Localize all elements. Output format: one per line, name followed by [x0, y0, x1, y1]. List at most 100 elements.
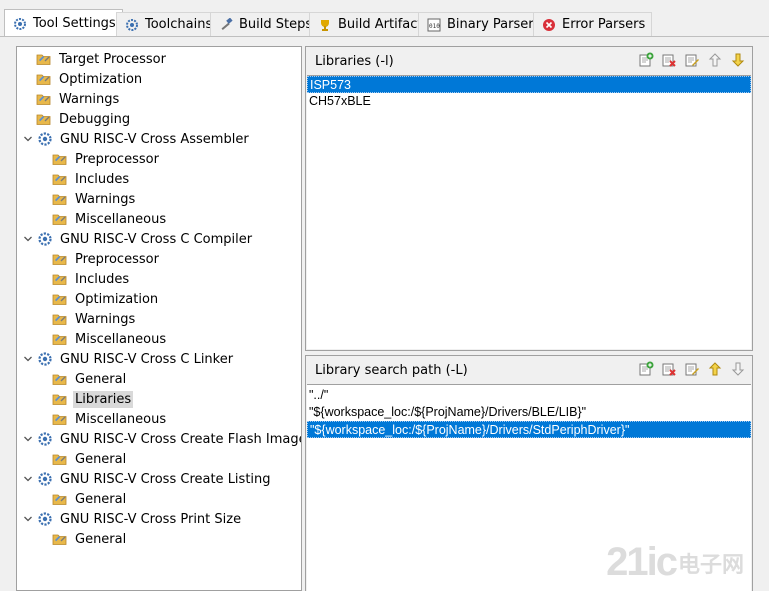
chevron-down-icon[interactable] — [21, 232, 35, 246]
tree-node-option[interactable]: Warnings — [52, 309, 137, 329]
search-path-toolbar — [638, 361, 746, 377]
list-item[interactable]: "${workspace_loc:/${ProjName}/Drivers/BL… — [307, 404, 751, 421]
tree-node-option[interactable]: Debugging — [36, 109, 132, 129]
tab-label: Tool Settings — [33, 16, 116, 31]
error-icon — [542, 18, 556, 32]
folder-icon — [52, 391, 68, 407]
list-item[interactable]: "${workspace_loc:/${ProjName}/Drivers/St… — [307, 421, 751, 438]
tree-node-label: Miscellaneous — [75, 331, 167, 347]
chevron-down-icon[interactable] — [21, 512, 35, 526]
gear-icon — [125, 18, 139, 32]
folder-icon — [52, 491, 68, 507]
tree-node-label: Preprocessor — [75, 151, 159, 167]
tree-node-tool[interactable]: GNU RISC-V Cross C Linker — [21, 349, 235, 369]
tree-node-label: GNU RISC-V Cross Assembler — [60, 131, 249, 147]
tree-node-option[interactable]: Miscellaneous — [52, 409, 168, 429]
tree-node-label: Optimization — [59, 71, 143, 87]
tab-tool-settings[interactable]: Tool Settings — [4, 9, 123, 37]
tree-node-option[interactable]: Optimization — [52, 289, 160, 309]
chevron-down-icon[interactable] — [21, 472, 35, 486]
tab-label: Binary Parsers — [447, 17, 541, 32]
tree-node-label: Includes — [75, 171, 130, 187]
move-up-icon[interactable] — [707, 361, 723, 377]
chevron-down-icon[interactable] — [21, 132, 35, 146]
folder-icon — [52, 271, 68, 287]
tree-node-tool[interactable]: GNU RISC-V Cross Print Size — [21, 509, 243, 529]
tree-node-option[interactable]: Miscellaneous — [52, 329, 168, 349]
tree-node-tool[interactable]: GNU RISC-V Cross C Compiler — [21, 229, 254, 249]
move-down-icon[interactable] — [730, 361, 746, 377]
delete-icon[interactable] — [661, 361, 677, 377]
libraries-list[interactable]: ISP573 CH57xBLE — [307, 75, 751, 349]
tree-node-label: Target Processor — [59, 51, 166, 67]
settings-tree[interactable]: Target Processor Optimization Warnings Debu… — [16, 46, 302, 591]
tab-build-steps[interactable]: Build Steps — [210, 12, 320, 36]
folder-icon — [52, 411, 68, 427]
tree-node-label: General — [75, 531, 127, 547]
folder-icon — [52, 211, 68, 227]
folder-icon — [52, 451, 68, 467]
tree-node-option[interactable]: Preprocessor — [52, 249, 161, 269]
move-up-icon[interactable] — [707, 52, 723, 68]
tree-node-label: Miscellaneous — [75, 411, 167, 427]
watermark-logo: 21ic 电子网 — [606, 540, 744, 585]
add-icon[interactable] — [638, 52, 654, 68]
tab-build-artifact[interactable]: Build Artifact — [309, 12, 430, 36]
tree-node-option[interactable]: Warnings — [36, 89, 121, 109]
tree-node-option[interactable]: Libraries — [52, 389, 134, 409]
binary-icon: 010 — [427, 18, 441, 32]
tree-node-label: Miscellaneous — [75, 211, 167, 227]
tree-node-option[interactable]: Includes — [52, 169, 131, 189]
gear-icon — [37, 231, 53, 247]
libraries-title: Libraries (-l) — [315, 53, 394, 69]
tree-node-option[interactable]: General — [52, 449, 128, 469]
tree-node-label: General — [75, 491, 127, 507]
tree-node-label: General — [75, 451, 127, 467]
tab-error-parsers[interactable]: Error Parsers — [533, 12, 653, 36]
tab-bar: Tool Settings Toolchains Build Steps Bui… — [0, 0, 769, 37]
tree-node-label: Warnings — [59, 91, 120, 107]
gear-icon — [37, 431, 53, 447]
delete-icon[interactable] — [661, 52, 677, 68]
folder-icon — [36, 71, 52, 87]
edit-icon[interactable] — [684, 52, 700, 68]
svg-text:010: 010 — [429, 23, 440, 30]
tree-node-label: GNU RISC-V Cross Print Size — [60, 511, 242, 527]
add-icon[interactable] — [638, 361, 654, 377]
tree-node-tool[interactable]: GNU RISC-V Cross Create Flash Image — [21, 429, 301, 449]
list-item[interactable]: "../" — [307, 387, 751, 404]
tree-node-option[interactable]: Warnings — [52, 189, 137, 209]
folder-icon — [52, 331, 68, 347]
tree-node-option[interactable]: Optimization — [36, 69, 144, 89]
folder-icon — [52, 531, 68, 547]
tab-label: Toolchains — [145, 17, 213, 32]
tree-node-label: Preprocessor — [75, 251, 159, 267]
tree-node-tool[interactable]: GNU RISC-V Cross Assembler — [21, 129, 251, 149]
tree-node-option[interactable]: Miscellaneous — [52, 209, 168, 229]
tree-node-option[interactable]: General — [52, 369, 128, 389]
gear-icon — [37, 131, 53, 147]
move-down-icon[interactable] — [730, 52, 746, 68]
chevron-down-icon[interactable] — [21, 352, 35, 366]
search-path-title: Library search path (-L) — [315, 362, 468, 378]
tab-binary-parsers[interactable]: 010 Binary Parsers — [418, 12, 548, 36]
tree-node-tool[interactable]: GNU RISC-V Cross Create Listing — [21, 469, 273, 489]
tab-toolchains[interactable]: Toolchains — [116, 12, 220, 36]
tab-label: Error Parsers — [562, 17, 646, 32]
tree-node-option[interactable]: General — [52, 489, 128, 509]
list-item[interactable]: ISP573 — [307, 76, 751, 93]
chevron-down-icon[interactable] — [21, 432, 35, 446]
tree-node-label: Includes — [75, 271, 130, 287]
tree-node-option[interactable]: General — [52, 529, 128, 549]
watermark-text: 21ic — [606, 540, 678, 584]
gear-icon — [13, 17, 27, 31]
list-item[interactable]: CH57xBLE — [307, 93, 751, 110]
edit-icon[interactable] — [684, 361, 700, 377]
gear-icon — [37, 471, 53, 487]
tree-node-option[interactable]: Preprocessor — [52, 149, 161, 169]
tree-node-option[interactable]: Target Processor — [36, 49, 168, 69]
folder-icon — [52, 291, 68, 307]
libraries-panel: Libraries (-l) ISP573 CH57xBLE — [305, 46, 753, 351]
tree-node-label: General — [75, 371, 127, 387]
tree-node-option[interactable]: Includes — [52, 269, 131, 289]
